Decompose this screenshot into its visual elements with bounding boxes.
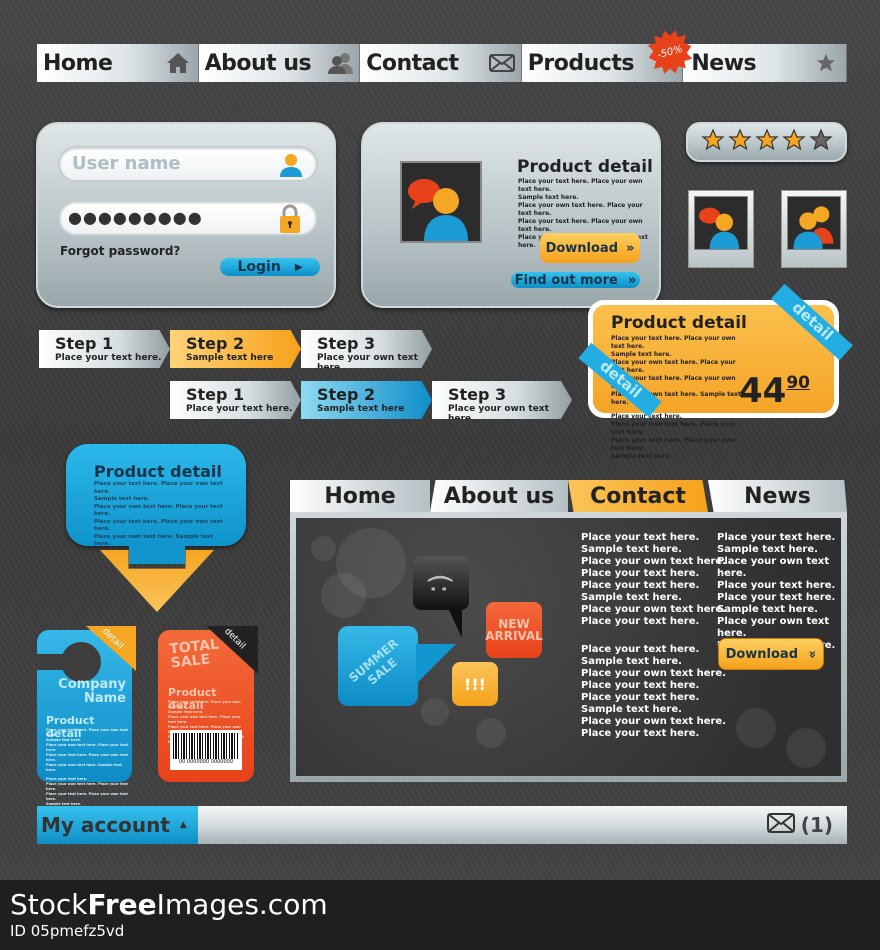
step-3[interactable]: Step 3Place your own text here. [301,330,432,368]
text-column-1: Place your text here. Sample text here. Pl… [581,532,726,628]
download-button[interactable]: Download» [540,233,640,263]
tab-about-us[interactable]: About us [430,480,568,512]
star-filled-icon[interactable] [727,128,752,156]
text-line: Place your text here. [581,680,700,691]
new-arrival-bubble: NEW ARRIVAL [485,602,543,658]
star-empty-icon[interactable] [808,128,833,156]
watermark-footer: StockFreeImages.com ID 05pmefz5vd [0,880,880,950]
download-button[interactable]: Download» [718,638,824,670]
text-line: Place your own text here. [717,556,830,579]
photo-frame-chat [688,190,754,268]
nav-tab-news[interactable]: News [683,44,847,82]
text-line: Sample text here. [581,592,682,603]
nav-tab-home[interactable]: Home [37,44,199,82]
content-box: (: NEW ARRIVAL SUMMER SALE !!! Place you… [290,512,847,782]
nav-tab-about[interactable]: About us [198,44,361,82]
text-line: Sample text here. [581,704,682,715]
star-filled-icon[interactable] [754,128,779,156]
star-filled-icon[interactable] [700,128,725,156]
content-nav: Home About us Contact News [290,480,847,512]
users-icon [327,52,354,74]
bubble-stem [129,544,185,564]
nav-tab-contact[interactable]: Contact [360,44,522,82]
text-line: Place your text here. [717,592,836,603]
total-sale-text: TOTAL SALE [168,636,220,672]
steps-blue: Step 1 Place your text here. Step 2 Sample… [170,381,572,419]
play-icon: ▶ [294,261,303,273]
text-line: Place your own text here. [581,668,727,679]
login-panel: User name ●●●●●●●●● Forgot password? Log… [36,122,336,308]
tab-home[interactable]: Home [290,480,430,512]
chat-user-icon [699,207,739,249]
tab-contact-active[interactable]: Contact [568,480,708,512]
product-title: Product detail [517,157,653,177]
find-out-more-button[interactable]: Find out more» [511,272,640,288]
forgot-password-link[interactable]: Forgot password? [60,244,180,258]
hanger-hole [61,642,101,682]
step-2-active[interactable]: Step 2 Sample text here [170,330,301,368]
step-2-active[interactable]: Step 2 Sample text here [301,381,432,419]
alert-bubble: !!! [452,662,498,706]
password-field[interactable]: ●●●●●●●●● [58,200,318,236]
step-3[interactable]: Step 3Place your own text here. [432,381,572,419]
username-field[interactable]: User name [58,146,318,182]
summer-sale-bubble: SUMMER SALE [338,626,418,706]
price-value: 44 90 [739,371,810,411]
text-column-2: Place your text here. Sample text here. Pl… [717,532,841,652]
brand-logo: StockFreeImages.com [10,888,328,921]
lock-icon [278,204,302,238]
step-1[interactable]: Step 1 Place your text here. [170,381,301,419]
top-nav: Home About us Contact Products News [37,44,847,82]
text-line: Place your own text here. [717,616,830,639]
chat-user-image [400,161,482,243]
text-line: Place your text here. [581,568,700,579]
text-line: Sample text here. [717,604,818,615]
tab-news[interactable]: News [708,480,847,512]
text-line: Place your text here. [717,580,836,591]
text-line: Place your text here. [581,580,700,591]
star-icon [814,52,838,74]
home-icon [166,52,190,74]
text-line: Sample text here. [581,544,682,555]
barcode: 00 0000000 0000000 [170,730,242,770]
messages-button[interactable]: (1) [766,812,833,838]
product-card: Product detail Place your text here. Pla… [361,122,661,308]
text-line: Sample text here. [717,544,818,555]
user-icon [280,153,302,181]
text-line: Sample text here. [581,656,682,667]
text-line: Place your own text here. [581,604,727,615]
group-users-icon [793,206,834,249]
star-filled-icon[interactable] [781,128,806,156]
product-bubble: Product detail Place your text here. Pla… [66,444,246,547]
photo-frame-group [781,190,847,268]
text-line: Place your text here. [581,728,700,739]
text-column-1b: Place your text here. Sample text here. Pl… [581,644,726,740]
caret-up-icon: ▲ [179,820,187,830]
account-bar: My account ▲ (1) [37,806,847,844]
envelope-icon [488,52,515,74]
text-line: Place your text here. [581,532,700,543]
envelope-icon [766,812,795,838]
login-button[interactable]: Login ▶ [220,258,320,276]
text-line: Place your text here. [581,644,700,655]
chat-user-icon [408,179,468,241]
my-account-button[interactable]: My account ▲ [37,806,198,844]
text-line: Place your own text here. [581,716,727,727]
text-line: Place your text here. [717,532,836,543]
text-line: Place your text here. [581,692,700,703]
text-line: Place your own text here. [581,556,727,567]
step-1[interactable]: Step 1 Place your text here. [39,330,170,368]
text-line: Place your text here. [581,616,700,627]
steps-orange: Step 1 Place your text here. Step 2 Sample… [39,330,432,368]
double-chevron-right-icon: » [626,240,635,256]
double-chevron-right-icon: » [627,272,637,288]
double-chevron-down-icon: » [804,649,820,659]
star-rating[interactable] [686,122,847,162]
smile-bubble: (: [413,556,469,610]
